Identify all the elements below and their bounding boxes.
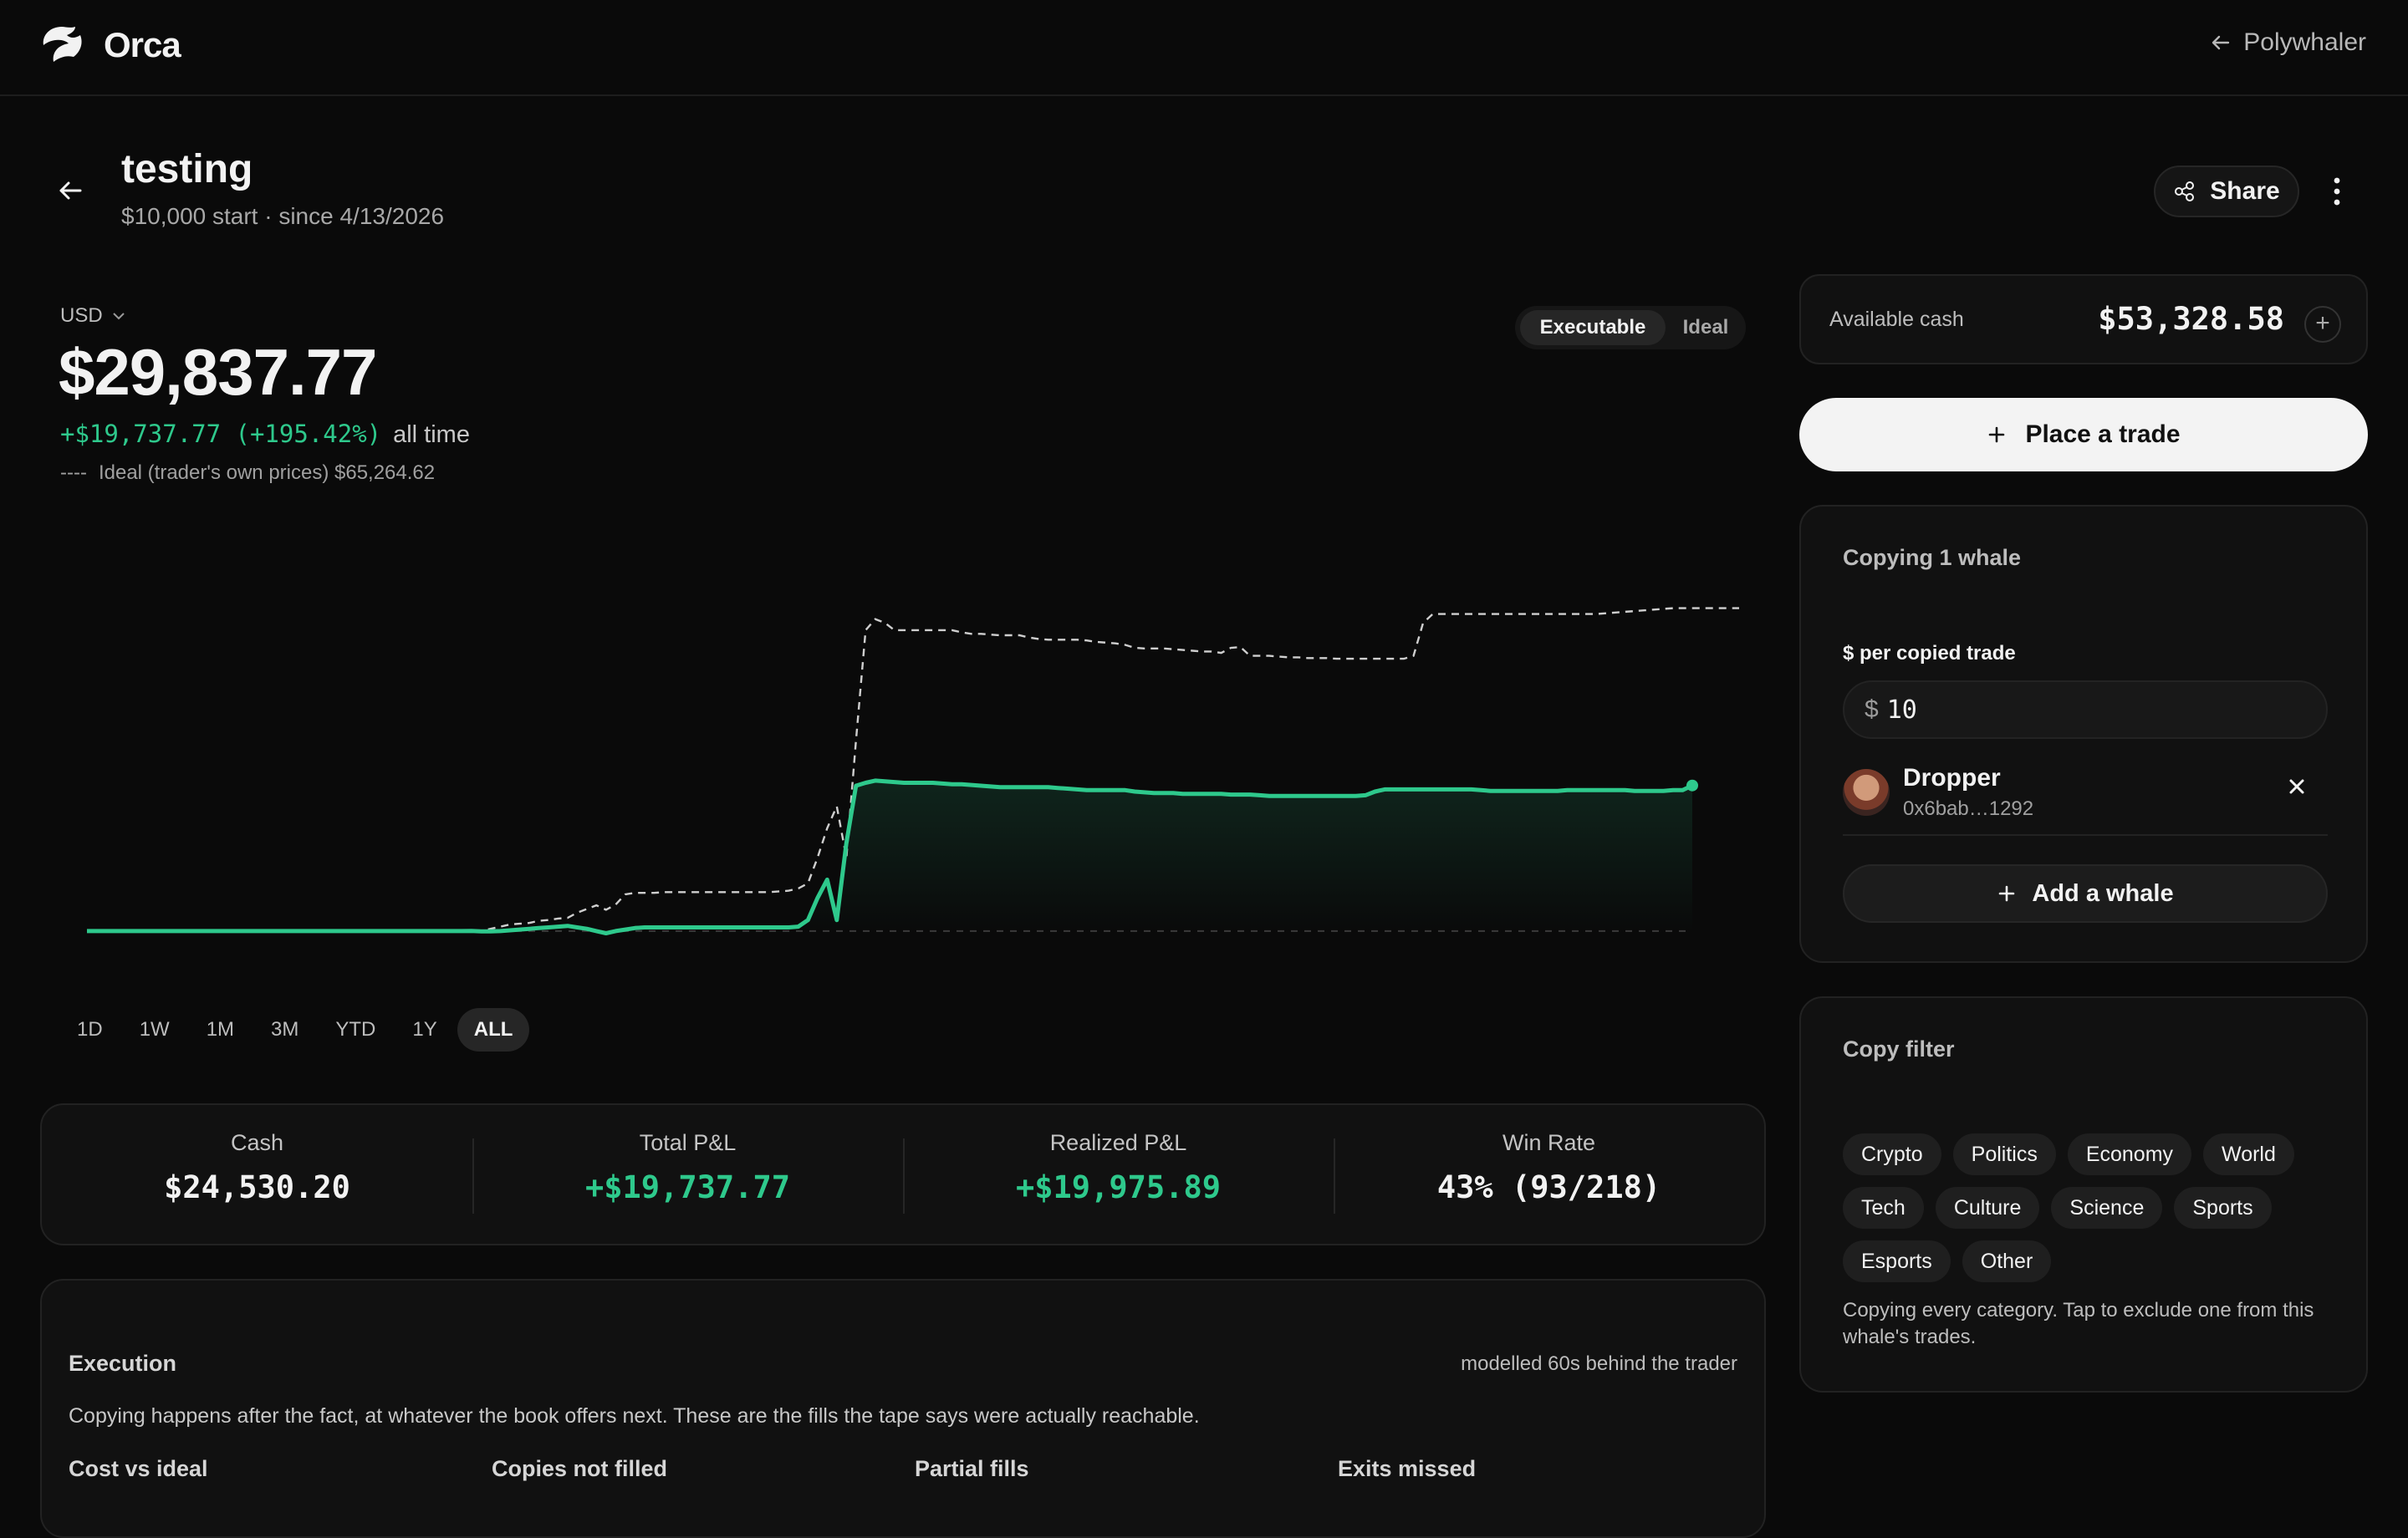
- copy-filter-note: Copying every category. Tap to exclude o…: [1843, 1299, 2314, 1348]
- copies-not-filled-label: Copies not filled: [492, 1456, 668, 1481]
- range-button-ytd[interactable]: YTD: [319, 1008, 392, 1052]
- category-chip-tech[interactable]: Tech: [1843, 1187, 1924, 1229]
- chevron-down-icon: [112, 313, 125, 320]
- share-label: Share: [2210, 177, 2280, 205]
- dollar-symbol: $: [1865, 695, 1879, 723]
- range-button-1d[interactable]: 1D: [60, 1008, 120, 1052]
- per-trade-label: $ per copied trade: [1843, 642, 2016, 665]
- category-chip-crypto[interactable]: Crypto: [1843, 1133, 1941, 1175]
- plus-icon: [1999, 885, 2015, 902]
- copy-filter-card: Copy filter Crypto Politics Economy World Te…: [1799, 996, 2368, 1393]
- copying-card: Copying 1 whale $ per copied trade $ 10 …: [1799, 505, 2368, 963]
- ideal-legend-text: Ideal (trader's own prices) $65,264.62: [98, 461, 436, 484]
- whale-address: 0x6bab…1292: [1903, 797, 2034, 820]
- price-mode-toggle: Executable Ideal: [1515, 306, 1746, 349]
- close-icon[interactable]: [2284, 774, 2309, 799]
- time-range-selector: 1D 1W 1M 3M YTD 1Y ALL: [60, 1008, 533, 1052]
- stats-card: Cash $24,530.20 Total P&L +$19,737.77 Re…: [40, 1103, 1766, 1245]
- stat-value: +$19,737.77: [584, 1169, 791, 1205]
- portfolio-chart[interactable]: [59, 577, 1739, 970]
- stat-value: 43% (93/218): [1436, 1169, 1661, 1205]
- app-name[interactable]: Orca: [104, 25, 181, 65]
- stat-label: Realized P&L: [1049, 1130, 1187, 1155]
- stat-total-pnl: Total P&L +$19,737.77: [472, 1105, 903, 1244]
- pnl-line: +$19,737.77 (+195.42%) all time: [60, 420, 470, 449]
- category-chip-economy[interactable]: Economy: [2067, 1133, 2192, 1175]
- toggle-executable[interactable]: Executable: [1520, 310, 1666, 345]
- stat-value: +$19,975.89: [1015, 1169, 1222, 1205]
- stat-cash: Cash $24,530.20: [42, 1105, 472, 1244]
- category-chip-science[interactable]: Science: [2051, 1187, 2163, 1229]
- page-title: testing: [121, 147, 253, 191]
- category-chip-world[interactable]: World: [2203, 1133, 2294, 1175]
- plus-icon: [1989, 426, 2005, 443]
- exits-missed-label: Exits missed: [1338, 1456, 1477, 1481]
- add-whale-button[interactable]: Add a whale: [1843, 864, 2328, 923]
- more-options-icon[interactable]: [2324, 172, 2349, 211]
- category-chip-politics[interactable]: Politics: [1952, 1133, 2056, 1175]
- execution-title: Execution: [69, 1351, 177, 1376]
- available-cash-label: Available cash: [1829, 308, 1964, 331]
- stat-value: $24,530.20: [164, 1169, 350, 1205]
- add-whale-label: Add a whale: [2032, 879, 2174, 907]
- range-button-3m[interactable]: 3M: [254, 1008, 315, 1052]
- stat-label: Total P&L: [639, 1130, 737, 1155]
- ideal-legend: ---- Ideal (trader's own prices) $65,264…: [60, 461, 435, 485]
- chart-area-fill: [87, 780, 1692, 934]
- available-cash-card: Available cash $53,328.58 +: [1799, 274, 2368, 364]
- range-button-1y[interactable]: 1Y: [395, 1008, 453, 1052]
- execution-description: Copying happens after the fact, at whate…: [69, 1404, 1200, 1428]
- ideal-legend-dash: ----: [60, 461, 87, 484]
- stat-label: Cash: [230, 1130, 284, 1155]
- currency-selector[interactable]: USD: [60, 304, 126, 328]
- stat-win-rate: Win Rate 43% (93/218): [1334, 1105, 1764, 1244]
- stat-realized-pnl: Realized P&L +$19,975.89: [903, 1105, 1334, 1244]
- copying-title: Copying 1 whale: [1843, 545, 2022, 570]
- category-chips: Crypto Politics Economy World Tech Culture Sci…: [1843, 1133, 2328, 1282]
- add-cash-button[interactable]: +: [2304, 306, 2341, 343]
- category-chip-other[interactable]: Other: [1962, 1240, 2052, 1282]
- range-button-1m[interactable]: 1M: [190, 1008, 251, 1052]
- avatar: [1843, 769, 1890, 816]
- page-subtitle: $10,000 start · since 4/13/2026: [121, 203, 445, 229]
- whale-name: Dropper: [1903, 764, 2001, 792]
- cost-vs-ideal-label: Cost vs ideal: [69, 1456, 208, 1481]
- partial-fills-label: Partial fills: [915, 1456, 1029, 1481]
- per-trade-input[interactable]: $ 10: [1843, 680, 2328, 739]
- whale-row[interactable]: Dropper 0x6bab…1292: [1843, 762, 2328, 836]
- available-cash-value: $53,328.58: [2098, 301, 2284, 337]
- range-button-1w[interactable]: 1W: [123, 1008, 186, 1052]
- category-chip-sports[interactable]: Sports: [2174, 1187, 2272, 1229]
- execution-note: modelled 60s behind the trader: [1461, 1352, 1737, 1375]
- pnl-period: all time: [393, 421, 470, 448]
- share-icon: [2175, 181, 2195, 201]
- currency-label: USD: [60, 304, 103, 327]
- back-link-label: Polywhaler: [2243, 28, 2366, 56]
- top-bar: Orca Polywhaler: [0, 0, 2408, 96]
- per-trade-value[interactable]: 10: [1887, 695, 1917, 725]
- arrow-left-icon: [2212, 35, 2230, 50]
- place-trade-button[interactable]: Place a trade: [1799, 398, 2368, 471]
- stat-label: Win Rate: [1502, 1130, 1596, 1155]
- place-trade-label: Place a trade: [2025, 420, 2181, 448]
- polywhaler-back-link[interactable]: Polywhaler: [2210, 28, 2366, 57]
- toggle-ideal[interactable]: Ideal: [1669, 310, 1742, 345]
- share-button[interactable]: Share: [2154, 166, 2299, 217]
- range-button-all[interactable]: ALL: [457, 1008, 530, 1052]
- back-arrow-icon[interactable]: [55, 176, 85, 206]
- chart-end-point: [1686, 779, 1698, 792]
- category-chip-esports[interactable]: Esports: [1843, 1240, 1951, 1282]
- pnl-value: +$19,737.77 (+195.42%): [60, 420, 382, 448]
- orca-logo-icon[interactable]: [38, 23, 85, 70]
- category-chip-culture[interactable]: Culture: [1935, 1187, 2040, 1229]
- execution-card: Execution modelled 60s behind the trader…: [40, 1279, 1766, 1538]
- portfolio-value: $29,837.77: [59, 335, 377, 409]
- copy-filter-title: Copy filter: [1843, 1036, 1955, 1062]
